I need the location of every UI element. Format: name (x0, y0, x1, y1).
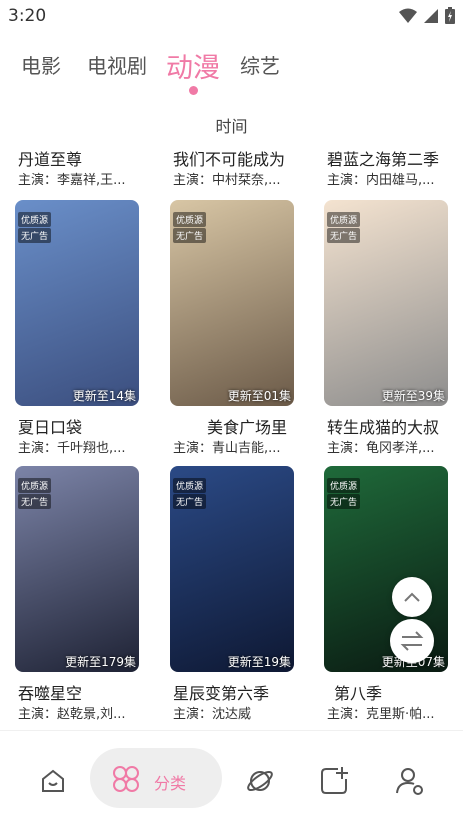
add-icon (321, 767, 348, 794)
nav-category-label[interactable]: 分类 (154, 770, 186, 794)
item-cast: 主演：李嘉祥,王... (18, 173, 126, 188)
item-title[interactable]: 我们不可能成为 (173, 146, 297, 170)
video-card[interactable]: 优质源 无广告 更新至19集 (170, 466, 294, 672)
wifi-icon (399, 8, 417, 23)
episode-count: 更新至39集 (381, 389, 445, 403)
item-title[interactable]: 吞噬星空 (18, 680, 142, 704)
tab-anime[interactable]: 动漫 (166, 46, 220, 85)
quality-badge: 优质源 (327, 212, 361, 227)
nav-profile[interactable] (390, 761, 430, 801)
quality-badge: 优质源 (18, 212, 52, 227)
quality-badge: 优质源 (173, 212, 207, 227)
active-tab-indicator (189, 86, 198, 95)
nav-add[interactable] (314, 761, 354, 801)
no-ads-badge: 无广告 (327, 494, 361, 509)
video-card[interactable]: 优质源 无广告 更新至39集 (324, 200, 448, 406)
item-title[interactable]: 第八季 (334, 680, 458, 704)
episode-count: 更新至14集 (72, 389, 136, 403)
quality-badge: 优质源 (327, 478, 361, 493)
video-card[interactable]: 优质源 无广告 更新至01集 (170, 200, 294, 406)
signal-icon (424, 8, 438, 23)
scroll-top-button[interactable] (392, 577, 432, 617)
home-icon (42, 769, 64, 792)
no-ads-badge: 无广告 (327, 228, 361, 243)
sort-label[interactable]: 时间 (0, 113, 463, 137)
nav-discover[interactable] (240, 761, 280, 801)
no-ads-badge: 无广告 (173, 494, 207, 509)
item-title[interactable]: 丹道至尊 (18, 146, 142, 170)
tab-movie[interactable]: 电影 (21, 50, 61, 79)
item-cast: 主演：青山吉能,... (173, 441, 281, 456)
item-cast: 主演：内田雄马,... (327, 173, 435, 188)
item-cast: 主演：沈达威 (173, 707, 252, 722)
user-settings-icon (396, 768, 423, 795)
battery-icon (445, 7, 455, 24)
item-title[interactable]: 转生成猫的大叔 (327, 414, 451, 438)
episode-count: 更新至19集 (227, 655, 291, 669)
status-time: 3:20 (8, 6, 47, 26)
bottom-nav: 分类 (0, 730, 463, 825)
chevron-up-icon (404, 592, 420, 602)
nav-category-icon-wrap[interactable] (106, 759, 146, 799)
item-title[interactable]: 星辰变第六季 (173, 680, 297, 704)
quality-badge: 优质源 (173, 478, 207, 493)
item-cast: 主演：千叶翔也,... (18, 441, 126, 456)
swap-icon (400, 631, 424, 651)
episode-count: 更新至01集 (227, 389, 291, 403)
item-title[interactable]: 美食广场里 (207, 414, 293, 438)
tab-variety[interactable]: 综艺 (240, 50, 280, 79)
status-icons (399, 7, 455, 24)
item-cast: 主演：中村栞奈,... (173, 173, 281, 188)
item-cast: 主演：克里斯·帕... (327, 707, 435, 722)
category-icon (113, 766, 139, 792)
no-ads-badge: 无广告 (173, 228, 207, 243)
video-card[interactable]: 优质源 无广告 更新至179集 (15, 466, 139, 672)
status-bar: 3:20 (0, 0, 463, 34)
planet-icon (247, 770, 273, 792)
no-ads-badge: 无广告 (18, 228, 52, 243)
item-title[interactable]: 夏日口袋 (18, 414, 142, 438)
tab-tv[interactable]: 电视剧 (87, 50, 147, 79)
nav-home[interactable] (33, 761, 73, 801)
video-card[interactable]: 优质源 无广告 更新至14集 (15, 200, 139, 406)
category-tabs: 电影 电视剧 动漫 综艺 (0, 50, 463, 90)
item-cast: 主演：龟冈孝洋,... (327, 441, 435, 456)
quality-badge: 优质源 (18, 478, 52, 493)
item-cast: 主演：赵乾景,刘... (18, 707, 126, 722)
no-ads-badge: 无广告 (18, 494, 52, 509)
item-title[interactable]: 碧蓝之海第二季 (327, 146, 451, 170)
episode-count: 更新至179集 (65, 655, 136, 669)
switch-layout-button[interactable] (390, 619, 434, 663)
